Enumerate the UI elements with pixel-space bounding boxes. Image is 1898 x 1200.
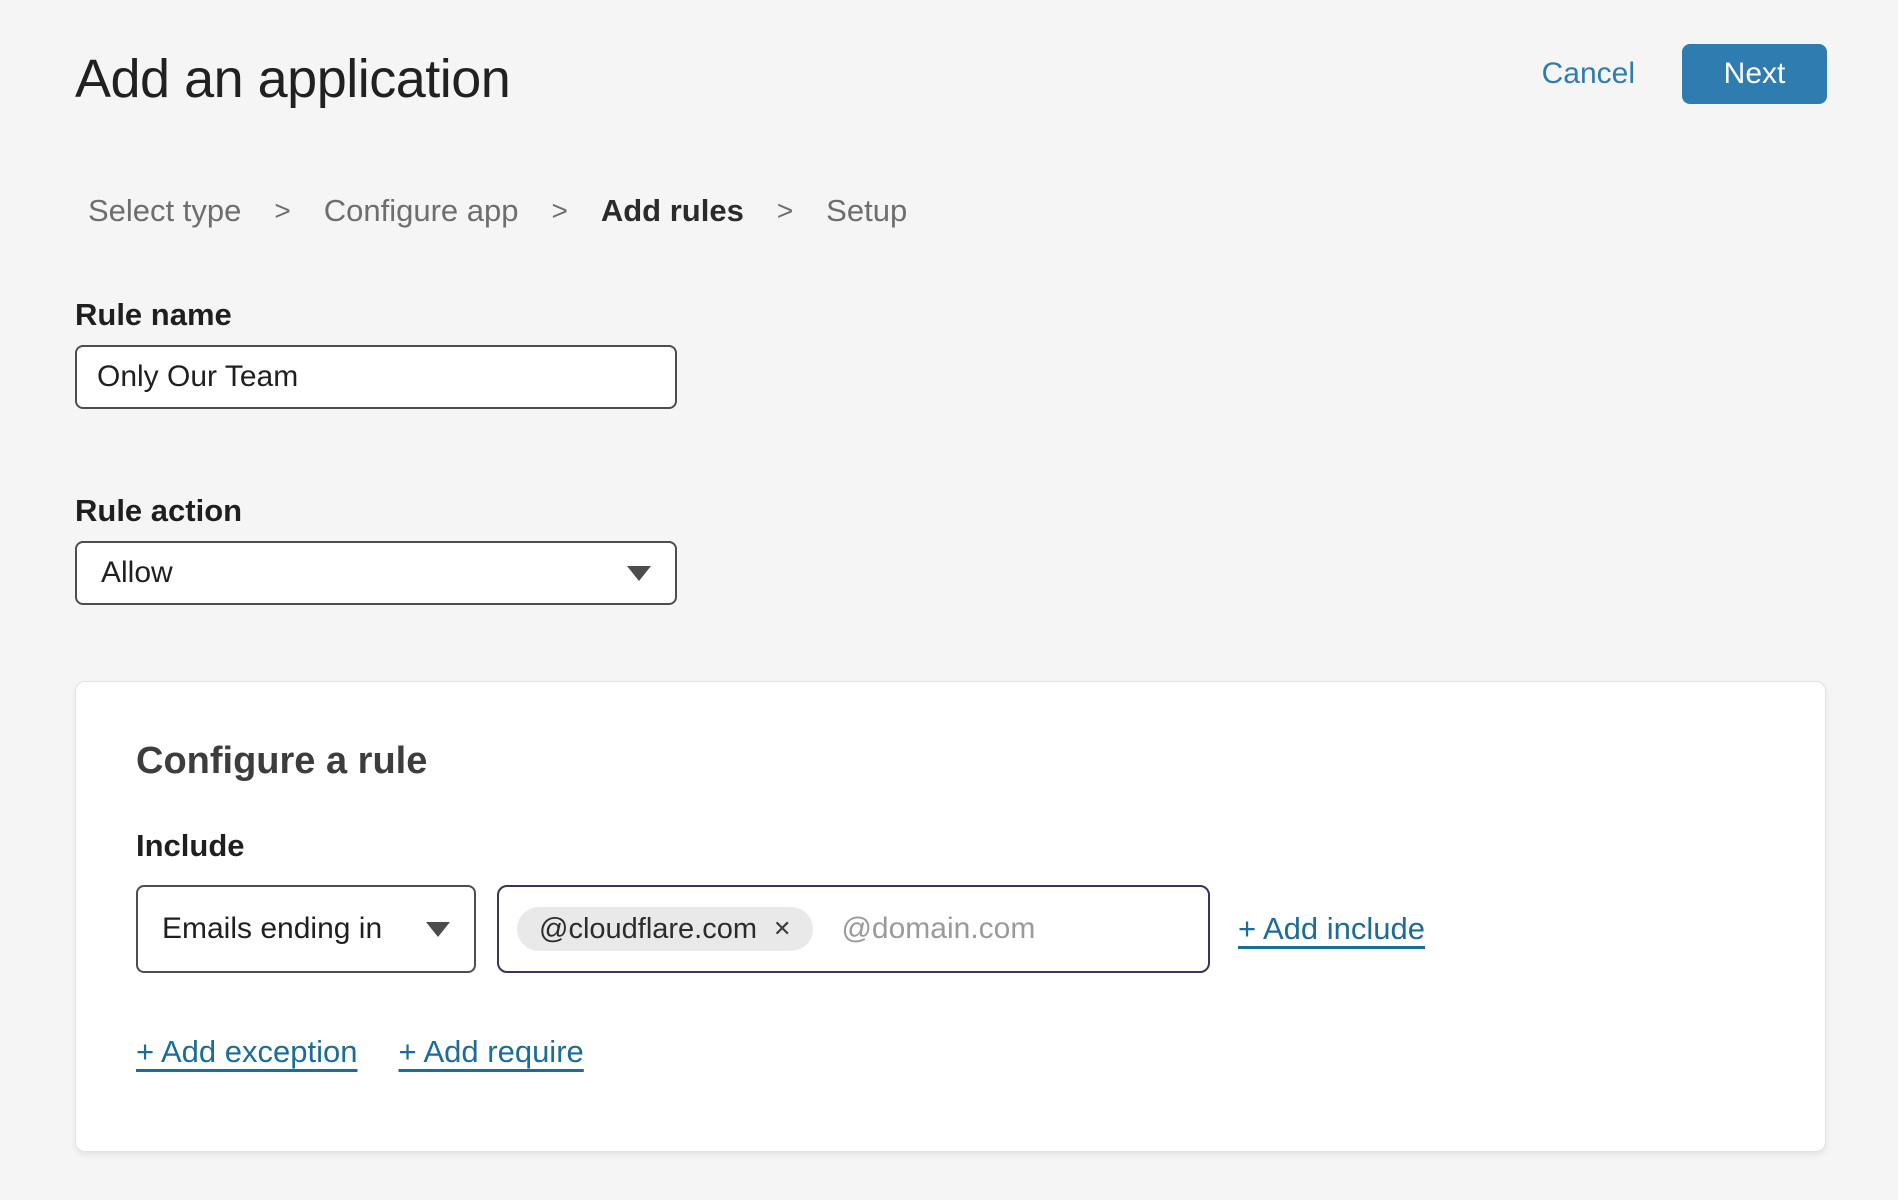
rule-action-label: Rule action <box>75 493 242 529</box>
email-domain-tag: @cloudflare.com ✕ <box>517 907 813 951</box>
breadcrumb-step-setup[interactable]: Setup <box>826 193 907 229</box>
add-require-link[interactable]: + Add require <box>398 1034 583 1070</box>
include-rule-row: Emails ending in @cloudflare.com ✕ + Add… <box>136 885 1425 973</box>
add-application-page: Add an application Cancel Next Select ty… <box>0 0 1898 1200</box>
email-domain-entry-input[interactable] <box>841 912 1190 946</box>
rule-action-selected-value: Allow <box>101 556 173 590</box>
next-button[interactable]: Next <box>1682 44 1827 104</box>
breadcrumb-step-select-type[interactable]: Select type <box>88 193 241 229</box>
page-title: Add an application <box>75 48 510 110</box>
chevron-down-icon <box>627 566 651 581</box>
rule-action-select[interactable]: Allow <box>75 541 677 605</box>
breadcrumb-step-add-rules[interactable]: Add rules <box>601 193 744 229</box>
rule-name-input[interactable] <box>75 345 677 409</box>
header-actions: Cancel Next <box>1542 44 1827 104</box>
cancel-button[interactable]: Cancel <box>1542 57 1635 91</box>
include-type-select[interactable]: Emails ending in <box>136 885 476 973</box>
include-type-selected-value: Emails ending in <box>162 912 382 946</box>
add-include-link[interactable]: + Add include <box>1238 911 1425 947</box>
breadcrumb: Select type > Configure app > Add rules … <box>88 193 907 229</box>
email-domain-tag-text: @cloudflare.com <box>539 913 757 946</box>
include-label: Include <box>136 828 245 864</box>
breadcrumb-step-configure-app[interactable]: Configure app <box>324 193 519 229</box>
breadcrumb-separator: > <box>274 195 290 227</box>
email-domain-tag-input[interactable]: @cloudflare.com ✕ <box>497 885 1210 973</box>
configure-rule-card: Configure a rule Include Emails ending i… <box>75 681 1826 1152</box>
rule-extra-actions: + Add exception + Add require <box>136 1034 584 1070</box>
breadcrumb-separator: > <box>777 195 793 227</box>
card-title: Configure a rule <box>136 740 427 783</box>
breadcrumb-separator: > <box>551 195 567 227</box>
add-exception-link[interactable]: + Add exception <box>136 1034 357 1070</box>
remove-tag-icon[interactable]: ✕ <box>773 918 791 940</box>
rule-name-label: Rule name <box>75 297 232 333</box>
chevron-down-icon <box>426 922 450 937</box>
